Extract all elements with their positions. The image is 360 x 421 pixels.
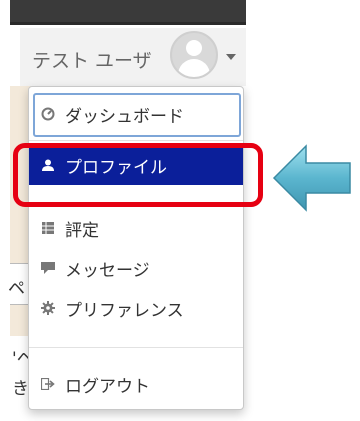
user-name: テスト ユーザ	[32, 50, 152, 72]
caret-down-icon	[226, 54, 236, 60]
menu-item-messages[interactable]: メッセージ	[29, 249, 243, 287]
comment-icon	[35, 262, 61, 274]
table-icon	[35, 222, 61, 234]
avatar	[170, 31, 218, 79]
sign-out-icon	[35, 378, 61, 390]
divider	[29, 347, 243, 348]
menu-item-label: プリファレンス	[65, 300, 184, 321]
menu-item-preferences[interactable]: プリファレンス	[29, 289, 243, 327]
pointer-arrow-icon	[272, 144, 351, 212]
menu-item-label: ダッシュボード	[65, 106, 184, 127]
background-text: ペ	[8, 279, 25, 299]
gear-icon	[35, 301, 61, 315]
menu-item-dashboard[interactable]: ダッシュボード	[29, 95, 243, 133]
highlight-box	[13, 143, 263, 207]
user-menu-toggle[interactable]: テスト ユーザ	[20, 28, 246, 86]
menu-item-label: ログアウト	[65, 376, 150, 397]
top-navbar	[10, 0, 246, 25]
menu-item-label: メッセージ	[65, 260, 150, 281]
menu-item-logout[interactable]: ログアウト	[29, 365, 243, 403]
divider	[29, 140, 243, 141]
menu-item-label: 評定	[65, 220, 99, 241]
dashboard-icon	[35, 107, 61, 121]
background-text: き	[12, 379, 29, 399]
user-dropdown-menu: ダッシュボード プロファイル 評定 メッセージ プリファレンス ログアウト	[28, 86, 244, 410]
menu-item-grades[interactable]: 評定	[29, 209, 243, 247]
